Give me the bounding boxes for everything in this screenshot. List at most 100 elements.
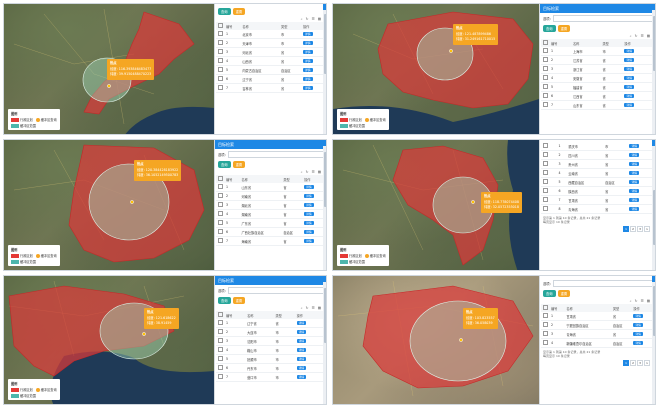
row-checkbox[interactable]: [218, 329, 223, 334]
detail-button[interactable]: 详情: [302, 50, 313, 54]
satellite-map[interactable]: 热点 经度: 121.487899486 纬度: 31.249161710015…: [333, 4, 539, 134]
search-icon[interactable]: ⌕: [301, 17, 303, 21]
detail-button[interactable]: 详情: [296, 339, 307, 343]
row-checkbox[interactable]: [543, 340, 548, 345]
row-checkbox[interactable]: [218, 356, 223, 361]
detail-button[interactable]: 详情: [629, 180, 640, 184]
row-checkbox[interactable]: [218, 229, 223, 234]
table-row[interactable]: 7 甘肃省省详情: [541, 195, 652, 205]
table-row[interactable]: 5 福建省省详情: [541, 82, 652, 92]
refresh-icon[interactable]: ↻: [635, 34, 638, 38]
collapse-button[interactable]: [323, 276, 326, 282]
point-marker[interactable]: [142, 332, 146, 336]
row-checkbox[interactable]: [218, 365, 223, 370]
column-header[interactable]: 类型: [279, 22, 301, 30]
row-checkbox[interactable]: [218, 184, 223, 189]
point-marker[interactable]: [459, 338, 463, 342]
row-checkbox[interactable]: [218, 85, 223, 90]
table-row[interactable]: 1 山东省省详情: [216, 183, 323, 192]
table-row[interactable]: 6 广西壮族自治区 自治区 详情: [216, 227, 323, 237]
detail-button[interactable]: 详情: [629, 189, 640, 193]
detail-button[interactable]: 详情: [296, 348, 307, 352]
detail-button[interactable]: 详情: [624, 103, 635, 107]
search-icon[interactable]: ⌕: [630, 34, 632, 38]
row-checkbox[interactable]: [218, 76, 223, 81]
row-checkbox[interactable]: [543, 66, 548, 71]
page-button[interactable]: 3: [637, 360, 643, 366]
list-icon[interactable]: ☰: [641, 299, 644, 303]
next-page-button[interactable]: >: [644, 226, 650, 232]
row-checkbox[interactable]: [218, 320, 223, 325]
detail-button[interactable]: 详情: [302, 32, 313, 36]
detail-button[interactable]: 详情: [296, 321, 307, 325]
detail-button[interactable]: 详情: [624, 94, 635, 98]
row-checkbox[interactable]: [543, 93, 548, 98]
refresh-icon[interactable]: ↻: [635, 299, 638, 303]
table-row[interactable]: 5 抚顺市市详情: [216, 354, 323, 364]
row-checkbox[interactable]: [543, 161, 548, 166]
row-checkbox[interactable]: [543, 179, 548, 184]
table-row[interactable]: 6 江西省省详情: [541, 91, 652, 101]
search-input[interactable]: [552, 280, 655, 287]
table-row[interactable]: 4 鞍山市市详情: [216, 345, 323, 355]
table-row[interactable]: 4 云南省省详情: [541, 168, 652, 178]
satellite-map[interactable]: 热点 经度: 118.778074408 纬度: 32.0572355018 图…: [333, 140, 539, 270]
search-input[interactable]: [227, 151, 326, 158]
column-header[interactable]: 名称: [564, 304, 611, 312]
column-header[interactable]: 编号: [549, 39, 571, 47]
detail-button[interactable]: 详情: [296, 330, 307, 334]
column-header[interactable]: 类型: [281, 175, 303, 183]
table-row[interactable]: 7 海南省省详情: [216, 236, 323, 246]
row-checkbox[interactable]: [543, 206, 548, 211]
collapse-button[interactable]: [323, 140, 326, 146]
table-row[interactable]: 1 重庆市市详情: [541, 142, 652, 151]
reset-button[interactable]: 重置: [232, 161, 246, 168]
detail-button[interactable]: 详情: [302, 77, 313, 81]
row-checkbox[interactable]: [543, 331, 548, 336]
row-checkbox[interactable]: [218, 31, 223, 36]
satellite-map[interactable]: 热点 经度: 116.393846483477 纬度: 39.915048847…: [4, 4, 214, 134]
collapse-button[interactable]: [652, 276, 655, 282]
search-icon[interactable]: ⌕: [301, 170, 303, 174]
query-button[interactable]: 查询: [218, 297, 231, 304]
refresh-icon[interactable]: ↻: [306, 170, 309, 174]
table-row[interactable]: 7 营口市市详情: [216, 372, 323, 382]
detail-button[interactable]: 详情: [629, 144, 640, 148]
next-page-button[interactable]: >: [644, 360, 650, 366]
point-marker[interactable]: [130, 200, 134, 204]
select-all-checkbox[interactable]: [218, 23, 223, 28]
table-row[interactable]: 4 新疆维吾尔自治区 自治区 详情: [541, 338, 652, 348]
table-row[interactable]: 5 内蒙古自治区 自治区 详情: [216, 65, 323, 75]
table-row[interactable]: 7 吉林省省详情: [216, 83, 323, 93]
column-header[interactable]: 编号: [224, 22, 241, 30]
table-row[interactable]: 3 贵州省省详情: [541, 159, 652, 169]
row-checkbox[interactable]: [218, 58, 223, 63]
detail-button[interactable]: 详情: [304, 203, 314, 207]
detail-button[interactable]: 详情: [296, 357, 307, 361]
column-header[interactable]: 名称: [245, 311, 274, 319]
row-checkbox[interactable]: [543, 322, 548, 327]
detail-button[interactable]: 详情: [624, 76, 635, 80]
row-checkbox[interactable]: [543, 48, 548, 53]
detail-button[interactable]: 详情: [304, 221, 314, 225]
detail-button[interactable]: 详情: [302, 59, 313, 63]
row-checkbox[interactable]: [218, 374, 223, 379]
list-icon[interactable]: ☰: [312, 306, 315, 310]
page-button[interactable]: 1: [623, 360, 629, 366]
detail-button[interactable]: 详情: [304, 185, 314, 189]
grid-icon[interactable]: ▦: [318, 17, 321, 21]
detail-button[interactable]: 详情: [302, 86, 313, 90]
table-row[interactable]: 2 大连市市详情: [216, 327, 323, 337]
list-icon[interactable]: ☰: [641, 34, 644, 38]
detail-button[interactable]: 详情: [629, 153, 640, 157]
query-button[interactable]: 查询: [218, 161, 231, 168]
select-all-checkbox[interactable]: [543, 40, 548, 45]
reset-button[interactable]: 重置: [232, 8, 246, 15]
row-checkbox[interactable]: [218, 40, 223, 45]
table-row[interactable]: 3 河北省省详情: [216, 47, 323, 57]
row-checkbox[interactable]: [218, 202, 223, 207]
collapse-button[interactable]: [652, 4, 655, 10]
table-row[interactable]: 4 山西省省详情: [216, 56, 323, 66]
table-row[interactable]: 2 河南省省详情: [216, 191, 323, 201]
column-header[interactable]: 编号: [224, 311, 246, 319]
